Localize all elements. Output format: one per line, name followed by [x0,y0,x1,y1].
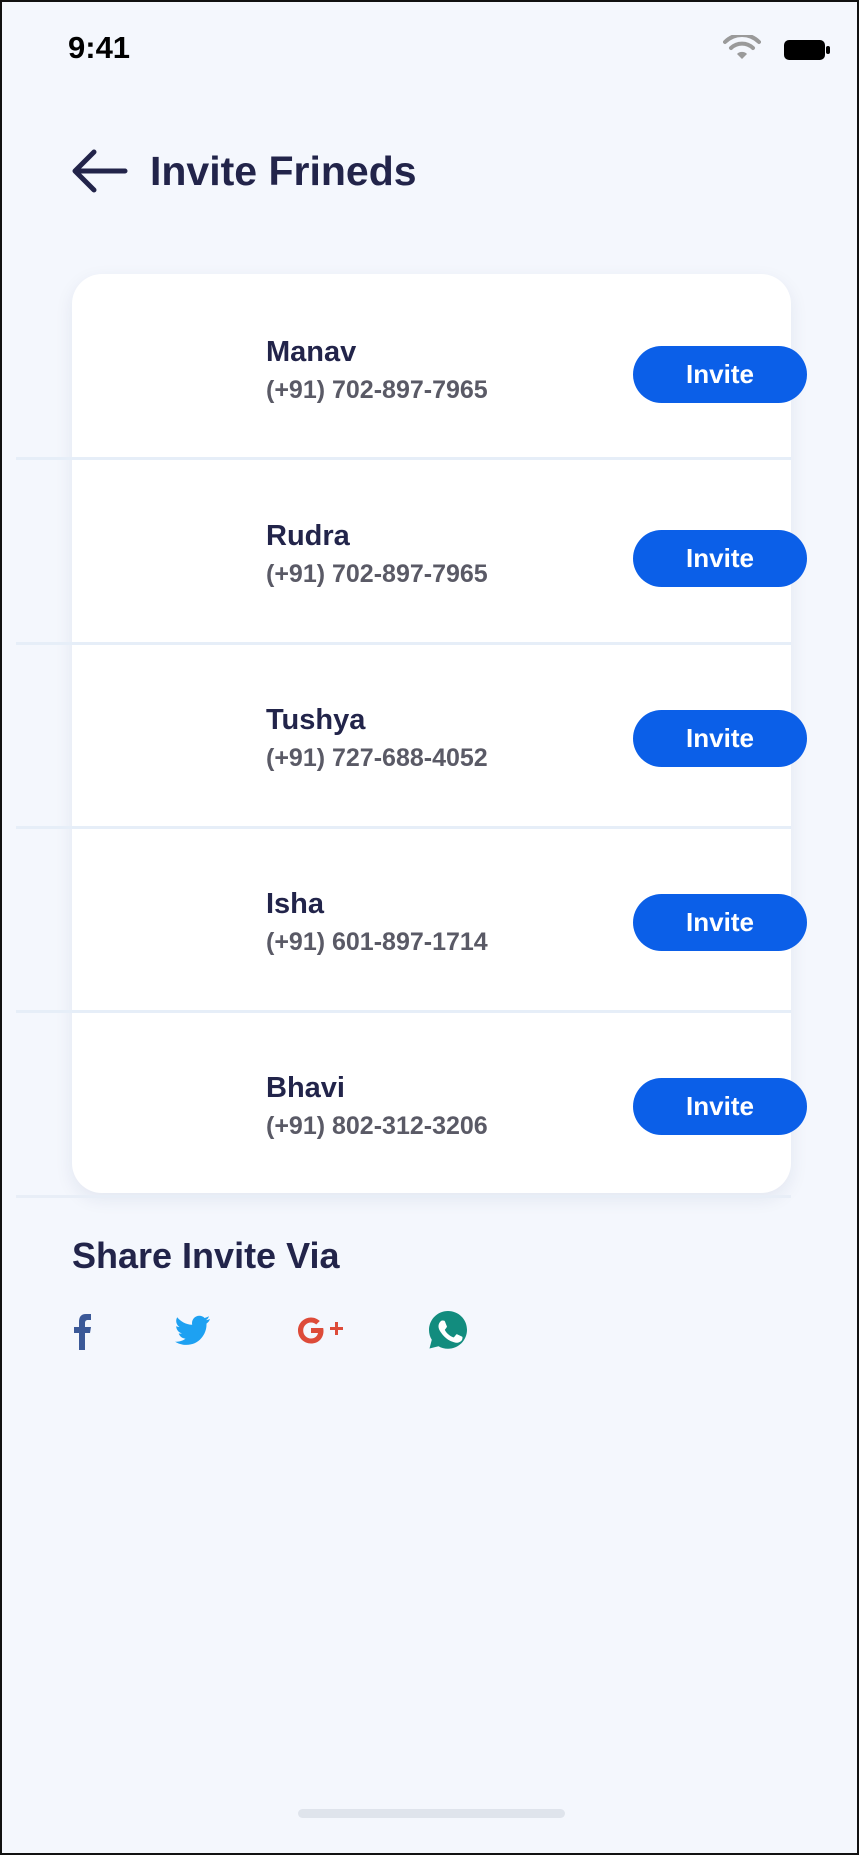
contact-name: Tushya [266,704,366,736]
wifi-icon [723,35,761,59]
contact-phone: (+91) 702-897-7965 [266,376,488,404]
contacts-card: Manav (+91) 702-897-7965 Invite Rudra (+… [72,274,807,1193]
status-time: 9:41 [68,30,131,65]
row-divider [16,457,791,460]
home-indicator [298,1809,565,1818]
invite-button[interactable]: Invite [633,710,807,767]
invite-button[interactable]: Invite [633,1078,807,1135]
contact-name: Manav [266,336,357,368]
facebook-icon[interactable] [72,1310,92,1350]
share-title: Share Invite Via [72,1235,340,1276]
back-arrow-icon[interactable] [70,146,130,196]
twitter-icon[interactable] [175,1310,211,1350]
row-divider [16,826,791,829]
contact-phone: (+91) 727-688-4052 [266,744,488,772]
page-title: Invite Frineds [150,148,417,194]
contact-phone: (+91) 601-897-1714 [266,928,488,956]
phone-screen: 9:41 Invite Frineds Manav (+91) 702-897-… [0,0,859,1855]
row-divider [16,642,791,645]
contact-name: Rudra [266,520,350,552]
contact-name: Isha [266,888,325,920]
invite-button[interactable]: Invite [633,894,807,951]
row-divider [16,1195,791,1198]
contact-phone: (+91) 702-897-7965 [266,560,488,588]
contact-phone: (+91) 802-312-3206 [266,1112,488,1140]
invite-button[interactable]: Invite [633,346,807,403]
battery-icon [784,40,830,60]
whatsapp-icon[interactable] [428,1310,468,1350]
row-divider [16,1010,791,1013]
contact-name: Bhavi [266,1072,345,1104]
google-plus-icon[interactable] [296,1310,344,1350]
invite-button[interactable]: Invite [633,530,807,587]
